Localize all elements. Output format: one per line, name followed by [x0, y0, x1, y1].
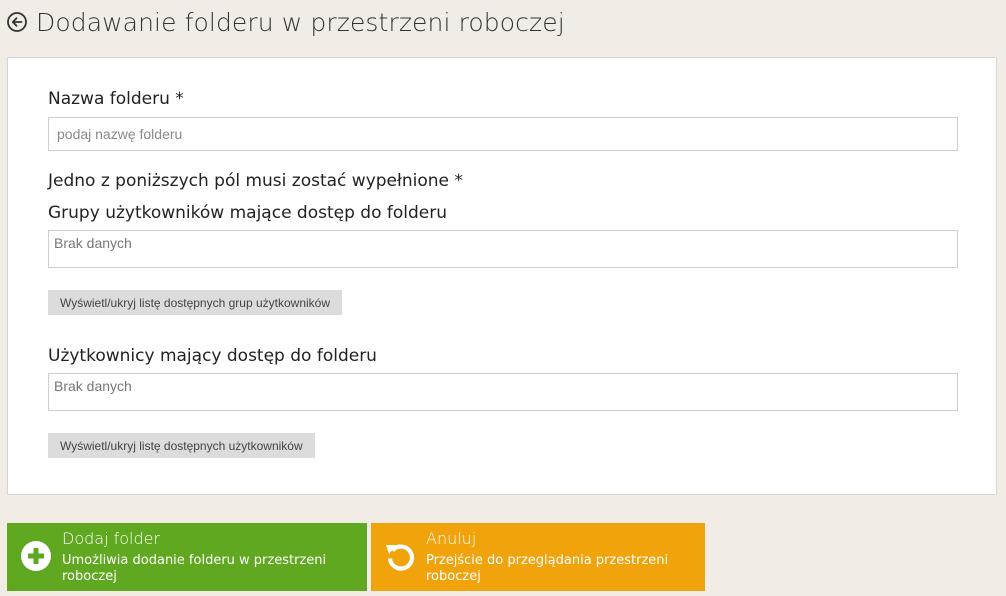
groups-label: Grupy użytkowników mające dostęp do fold…	[48, 203, 448, 223]
folder-name-label: Nazwa folderu *	[48, 89, 184, 109]
form-panel: Nazwa folderu * Jedno z poniższych pól m…	[7, 57, 997, 495]
cancel-description: Przejście do przeglądania przestrzeni ro…	[426, 553, 669, 584]
add-folder-description: Umożliwia dodanie folderu w przestrzeni …	[62, 553, 327, 584]
arrow-left-circle-icon[interactable]	[6, 11, 28, 33]
cancel-title: Anuluj	[426, 529, 477, 548]
undo-icon	[383, 539, 417, 573]
required-notice: Jedno z poniższych pól musi zostać wypeł…	[48, 171, 463, 191]
toggle-users-list-button[interactable]: Wyświetl/ukryj listę dostępnych użytkown…	[48, 433, 315, 458]
add-folder-button[interactable]: Dodaj folder Umożliwia dodanie folderu w…	[7, 523, 367, 591]
users-field[interactable]: Brak danych	[48, 373, 958, 411]
cancel-button[interactable]: Anuluj Przejście do przeglądania przestr…	[371, 523, 705, 591]
users-label: Użytkownicy mający dostęp do folderu	[48, 346, 377, 366]
folder-name-input[interactable]	[48, 117, 958, 151]
toggle-groups-list-button[interactable]: Wyświetl/ukryj listę dostępnych grup uży…	[48, 290, 342, 315]
groups-field[interactable]: Brak danych	[48, 230, 958, 268]
add-folder-title: Dodaj folder	[62, 529, 161, 548]
page-header: Dodawanie folderu w przestrzeni roboczej	[6, 3, 565, 41]
plus-circle-icon	[19, 539, 53, 573]
page-title: Dodawanie folderu w przestrzeni roboczej	[36, 7, 565, 37]
